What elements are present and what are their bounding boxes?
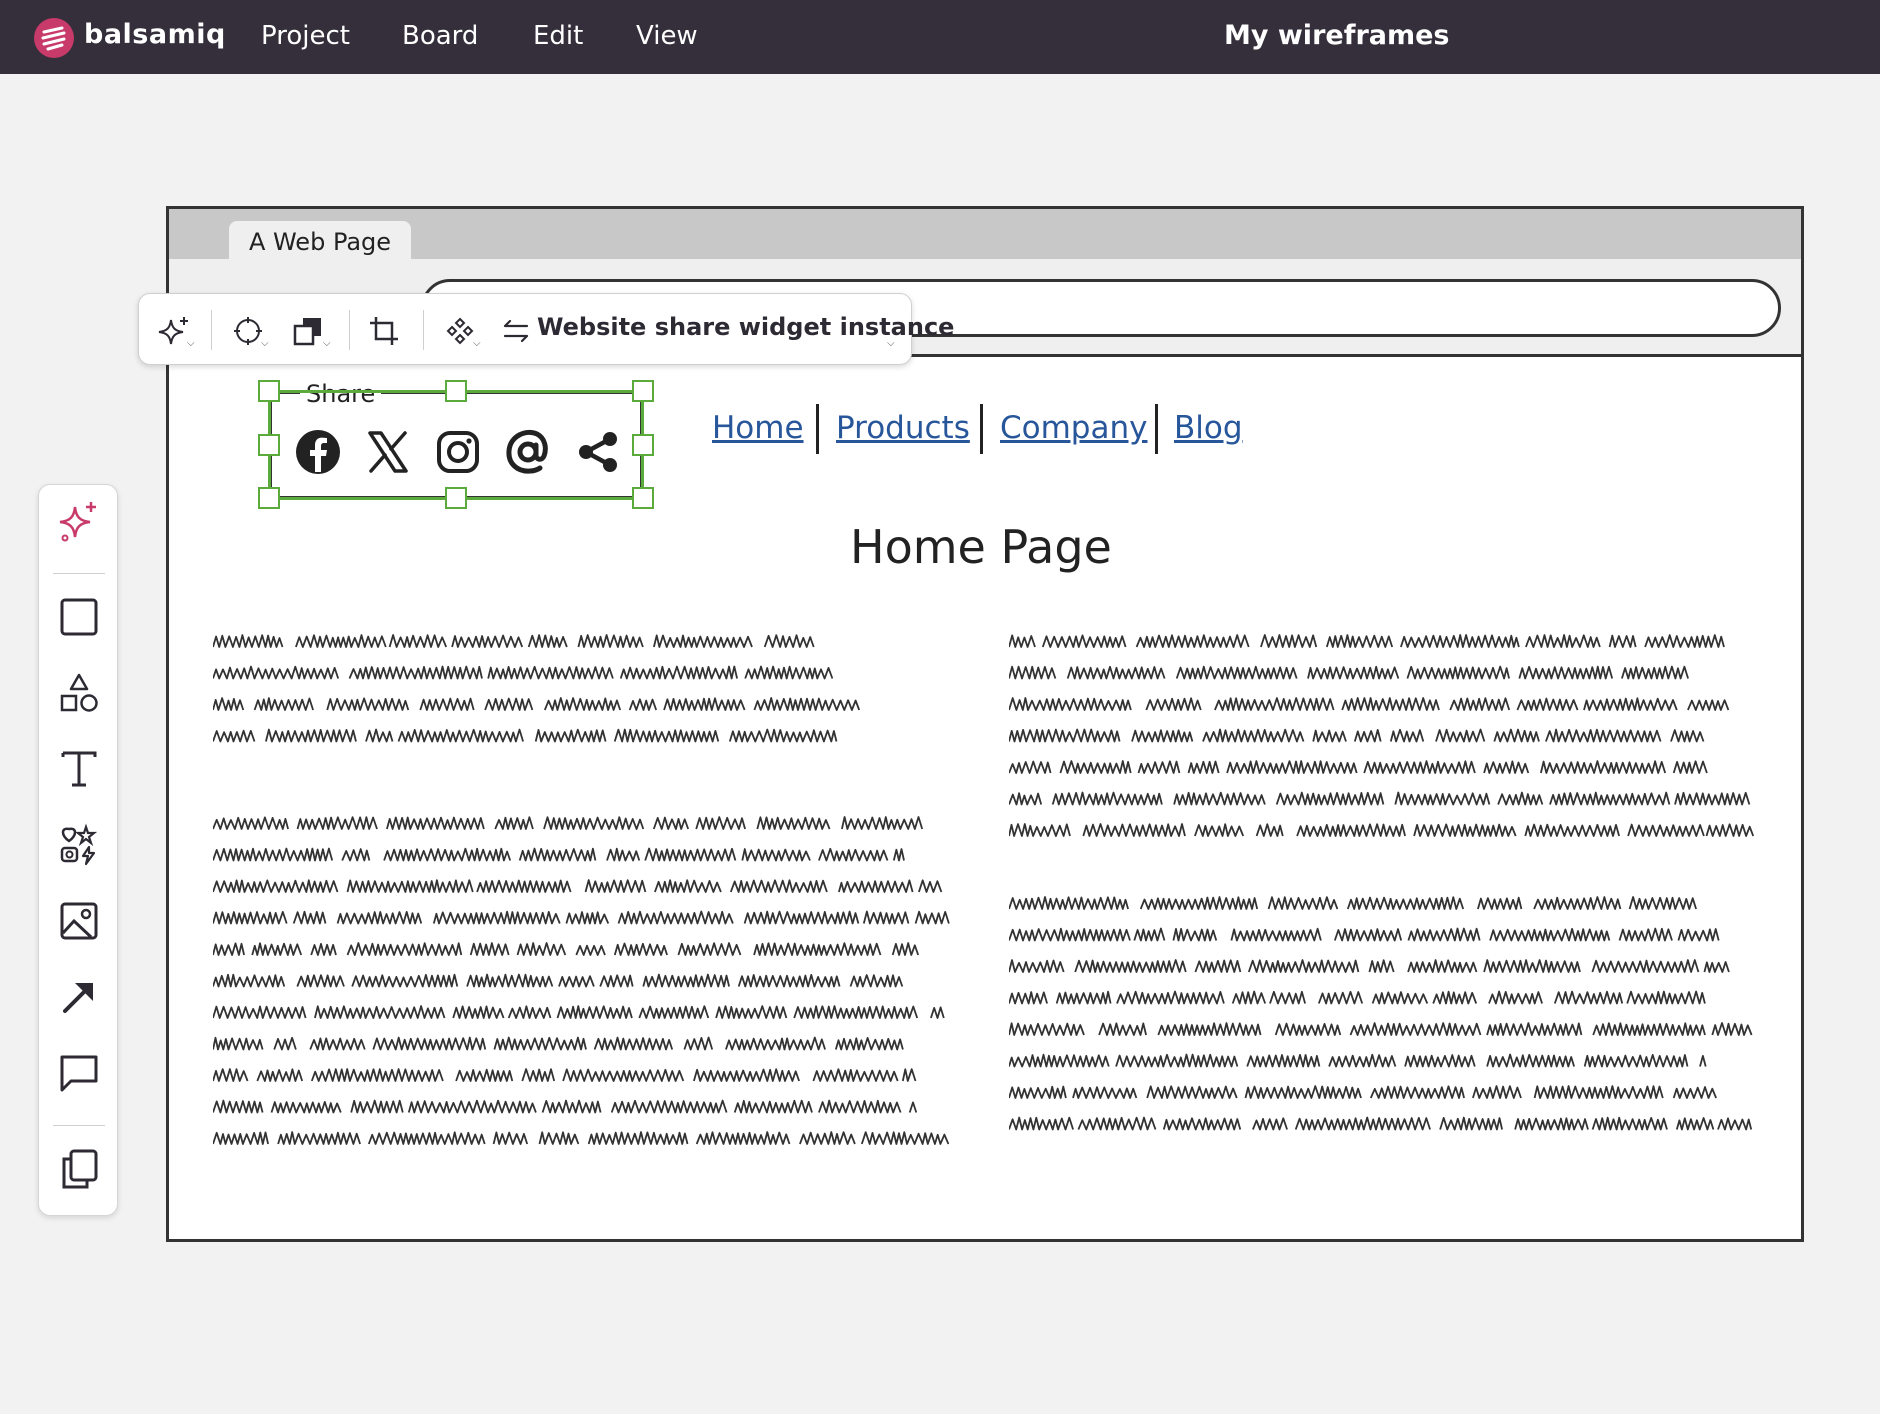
scribble-line xyxy=(213,1068,917,1082)
share-widget-title: Share xyxy=(300,380,382,408)
menu-view[interactable]: View xyxy=(636,21,698,51)
scribble-line xyxy=(1009,959,1730,973)
scribble-line xyxy=(213,847,905,862)
symbol-name-label[interactable]: Website share widget instance xyxy=(537,313,954,341)
scribble-line xyxy=(213,697,861,711)
scribble-line xyxy=(1009,1085,1717,1099)
share-icon[interactable] xyxy=(574,428,622,476)
resize-handle-ne[interactable] xyxy=(632,380,654,402)
tab-strip xyxy=(169,209,1801,259)
scribble-line xyxy=(1009,634,1725,648)
rectangle-icon[interactable] xyxy=(57,595,101,639)
scribble-line xyxy=(1009,823,1755,837)
scribble-line xyxy=(213,1099,918,1114)
resize-handle-nw[interactable] xyxy=(258,380,280,402)
chevron-down-icon[interactable]: ⌵ xyxy=(261,338,269,349)
chevron-down-icon[interactable]: ⌵ xyxy=(887,338,895,349)
menu-board[interactable]: Board xyxy=(402,21,478,51)
link-products[interactable]: Products xyxy=(836,410,970,446)
scribble-line xyxy=(1009,791,1751,806)
scribble-line xyxy=(1009,728,1705,743)
scribble-line xyxy=(1009,990,1706,1005)
scribble-line xyxy=(1009,697,1730,711)
balsamiq-logo-icon[interactable] xyxy=(34,18,74,58)
scribble-line xyxy=(213,728,838,743)
placeholder-text-right-2[interactable] xyxy=(1009,891,1769,1151)
toolbar-divider xyxy=(423,310,424,350)
property-toolbar: ⌵ ⌵ ⌵ ⌵ Website share widget instance ⌵ xyxy=(138,293,954,365)
text-icon[interactable] xyxy=(57,747,101,791)
tools-palette xyxy=(38,484,118,1216)
ai-sparkle-icon[interactable] xyxy=(57,499,101,543)
x-twitter-icon[interactable] xyxy=(364,428,412,476)
resize-handle-w[interactable] xyxy=(258,434,280,456)
menu-project[interactable]: Project xyxy=(261,21,350,51)
layers-icon[interactable] xyxy=(291,314,325,348)
crop-icon[interactable] xyxy=(367,314,401,348)
target-icon[interactable] xyxy=(231,314,265,348)
scribble-line xyxy=(213,1036,904,1051)
resize-handle-s[interactable] xyxy=(445,487,467,509)
scribble-line xyxy=(1009,927,1720,942)
shapes-icon[interactable] xyxy=(57,671,101,715)
scribble-line xyxy=(1009,896,1697,910)
resize-handle-n[interactable] xyxy=(445,380,467,402)
scribble-line xyxy=(213,973,904,988)
link-company[interactable]: Company xyxy=(1000,410,1147,446)
symbol-icon[interactable] xyxy=(443,314,477,348)
link-separator xyxy=(980,404,983,454)
resize-handle-se[interactable] xyxy=(632,487,654,509)
scribble-line xyxy=(1009,665,1689,680)
placeholder-text-left-1[interactable] xyxy=(213,629,873,759)
top-menu-bar: balsamiq Project Board Edit View My wire… xyxy=(0,0,1880,74)
scribble-line xyxy=(1009,760,1708,774)
scribble-line xyxy=(1009,1022,1753,1036)
toolbar-divider xyxy=(211,310,212,350)
chevron-down-icon[interactable]: ⌵ xyxy=(187,338,195,349)
placeholder-text-right-1[interactable] xyxy=(1009,629,1769,849)
menu-edit[interactable]: Edit xyxy=(533,21,583,51)
scribble-line xyxy=(213,1005,945,1019)
palette-divider xyxy=(53,1125,105,1126)
scribble-line xyxy=(213,816,924,830)
brand-name: balsamiq xyxy=(84,19,226,50)
arrow-icon[interactable] xyxy=(57,975,101,1019)
page-heading[interactable]: Home Page xyxy=(850,520,1112,574)
image-icon[interactable] xyxy=(57,899,101,943)
project-title[interactable]: My wireframes xyxy=(1224,20,1450,51)
share-widget[interactable]: Share xyxy=(270,380,642,498)
ai-sparkle-icon[interactable] xyxy=(157,314,191,348)
copy-icon[interactable] xyxy=(57,1147,101,1191)
instagram-icon[interactable] xyxy=(434,428,482,476)
swap-icon[interactable] xyxy=(499,314,533,348)
palette-divider xyxy=(53,573,105,574)
scribble-line xyxy=(213,942,920,956)
scribble-line xyxy=(213,665,834,680)
scribble-line xyxy=(213,634,815,648)
chevron-down-icon[interactable]: ⌵ xyxy=(473,338,481,349)
link-separator xyxy=(816,404,819,454)
scribble-line xyxy=(213,1131,950,1145)
link-blog[interactable]: Blog xyxy=(1174,410,1243,446)
scribble-line xyxy=(1009,1116,1753,1131)
chevron-down-icon[interactable]: ⌵ xyxy=(323,338,331,349)
placeholder-text-left-2[interactable] xyxy=(213,811,973,1151)
icons-icon[interactable] xyxy=(57,823,101,867)
toolbar-divider xyxy=(349,310,350,350)
resize-handle-e[interactable] xyxy=(632,434,654,456)
comment-icon[interactable] xyxy=(57,1051,101,1095)
link-separator xyxy=(1155,404,1158,454)
link-home[interactable]: Home xyxy=(712,410,804,446)
scribble-line xyxy=(1009,1053,1707,1068)
facebook-icon[interactable] xyxy=(294,428,342,476)
resize-handle-sw[interactable] xyxy=(258,487,280,509)
scribble-line xyxy=(213,910,950,925)
scribble-line xyxy=(213,879,943,893)
at-sign-icon[interactable] xyxy=(504,428,552,476)
browser-tab[interactable]: A Web Page xyxy=(229,221,411,261)
